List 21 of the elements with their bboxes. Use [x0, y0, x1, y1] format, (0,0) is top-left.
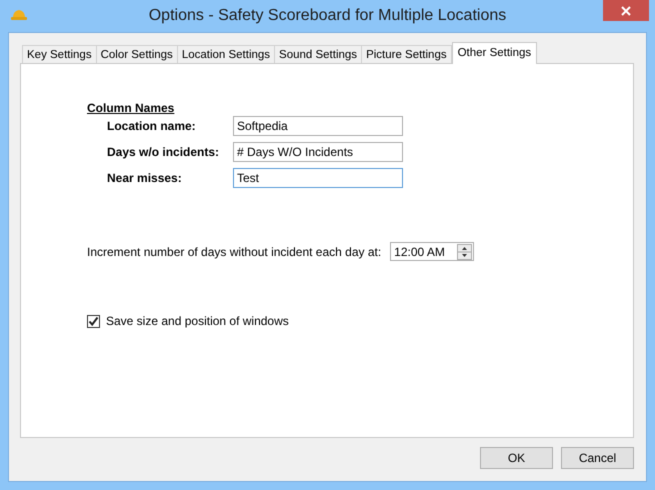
dialog-button[interactable]: Cancel	[561, 447, 634, 469]
field-label: Days w/o incidents:	[107, 145, 220, 159]
input-field[interactable]: Test	[233, 168, 403, 188]
tab[interactable]: Other Settings	[452, 42, 538, 64]
input-field[interactable]: Softpedia	[233, 116, 403, 136]
close-icon	[621, 6, 631, 16]
increment-label: Increment number of days without incident each day at:	[87, 244, 382, 258]
time-field[interactable]: 12:00 AM	[390, 242, 474, 261]
section-heading: Column Names	[87, 101, 176, 115]
input-field[interactable]: # Days W/O Incidents	[233, 142, 403, 162]
tab[interactable]: Key Settings	[22, 45, 97, 64]
hard-hat-icon	[11, 8, 27, 22]
spinner-icon[interactable]	[457, 244, 472, 260]
checkbox[interactable]	[87, 314, 100, 328]
field-label: Location name:	[107, 119, 197, 133]
checkbox-label: Save size and position of windows	[106, 314, 289, 328]
dialog-button[interactable]: OK	[480, 447, 553, 469]
close-button[interactable]	[603, 0, 649, 21]
tab[interactable]: Picture Settings	[361, 45, 452, 64]
window-title: Options - Safety Scoreboard for Multiple Locations	[148, 7, 508, 25]
field-label: Near misses:	[107, 171, 183, 185]
